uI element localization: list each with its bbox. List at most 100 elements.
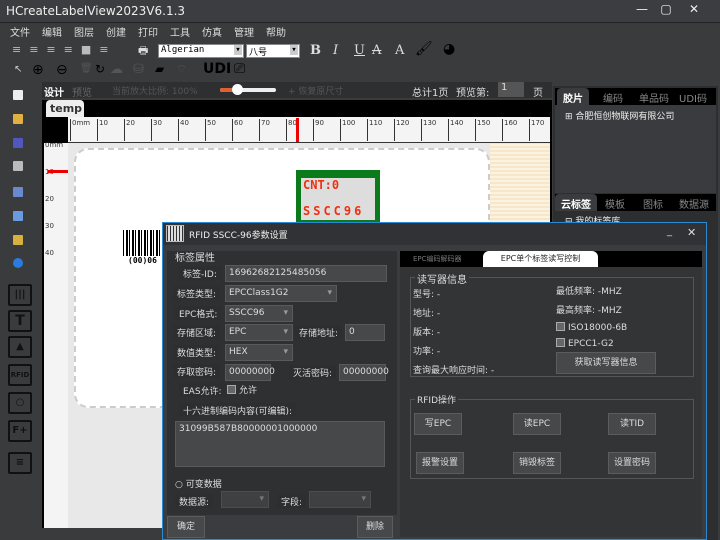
barcode-tool-icon[interactable]: ||| — [8, 284, 32, 306]
tab-design[interactable]: 设计 — [44, 84, 64, 99]
database-icon[interactable]: ⛁ — [133, 62, 144, 77]
cut-icon[interactable] — [13, 187, 23, 197]
alarm-settings-button[interactable]: 报警设置 — [416, 452, 464, 474]
cloud-upload-icon[interactable]: ☁ — [110, 62, 123, 77]
field-select[interactable] — [309, 491, 371, 508]
tab-datasource[interactable]: 数据源 — [673, 194, 715, 211]
paste-icon[interactable] — [13, 235, 23, 245]
new-file-icon[interactable] — [13, 90, 23, 100]
set-password-button[interactable]: 设置密码 — [608, 452, 656, 474]
destroy-tag-button[interactable]: 销毁标签 — [513, 452, 561, 474]
barcode-element[interactable] — [123, 230, 163, 256]
tab-film[interactable]: 胶片 — [557, 88, 589, 105]
brush-icon[interactable]: 🖌 — [415, 41, 433, 57]
menu-print[interactable]: 打印 — [138, 24, 160, 39]
text-tool-icon[interactable]: T — [8, 310, 32, 332]
zoom-slider-handle[interactable] — [231, 84, 243, 95]
tab-icons[interactable]: 图标 — [637, 194, 669, 211]
epcc1g2-checkbox[interactable]: EPCC1-G2 — [556, 338, 614, 349]
menu-tools[interactable]: 工具 — [170, 24, 192, 39]
font-button[interactable]: A — [395, 43, 404, 58]
zoom-out-icon[interactable]: ⊖ — [56, 62, 68, 78]
tab-epc-codec[interactable]: EPC编码解码器 — [413, 254, 462, 264]
kill-password-input[interactable]: 00000000 — [339, 364, 389, 381]
menu-file[interactable]: 文件 — [10, 24, 32, 39]
tab-epc-single-rw[interactable]: EPC单个标签读写控制 — [483, 251, 598, 267]
epc-format-select[interactable]: SSCC96 — [225, 305, 293, 322]
ok-button[interactable]: 确定 — [167, 516, 205, 538]
tag-id-input[interactable]: 16962682125485056 — [225, 265, 387, 282]
menu-simulate[interactable]: 仿真 — [202, 24, 224, 39]
formula-tool-icon[interactable]: F+ — [8, 420, 32, 442]
tab-cloud-label[interactable]: 云标签 — [555, 194, 597, 211]
menu-help[interactable]: 帮助 — [266, 24, 288, 39]
iso18000-checkbox[interactable]: ISO18000-6B — [556, 322, 627, 333]
dialog-minimize-button[interactable]: _ — [667, 226, 672, 237]
help-icon[interactable] — [13, 258, 23, 268]
read-epc-button[interactable]: 读EPC — [513, 413, 561, 435]
underline-button[interactable]: U — [354, 43, 365, 58]
zoom-slider[interactable] — [220, 84, 276, 95]
delete-icon[interactable]: 🗑 — [80, 63, 93, 74]
min-frequency: 最低频率: -MHZ — [556, 287, 622, 297]
menu-edit[interactable]: 编辑 — [42, 24, 64, 39]
font-size-select[interactable]: 八号 — [246, 44, 300, 58]
document-tool-icon[interactable]: ≡ — [8, 452, 32, 474]
shape-tool-icon[interactable]: ○ — [8, 392, 32, 414]
rotate-icon[interactable]: ↻ — [95, 62, 105, 76]
image-tool-icon[interactable]: ▲ — [8, 336, 32, 358]
ruler-tick-label: 130 — [421, 119, 436, 141]
eas-checkbox[interactable]: 允许 — [227, 383, 257, 396]
dialog-close-button[interactable]: ✕ — [687, 226, 696, 239]
tab-udi-code[interactable]: UDI码 — [673, 88, 713, 105]
ruler-marker-x — [296, 118, 299, 142]
close-button[interactable]: ✕ — [684, 2, 704, 20]
storage-area-select[interactable]: EPC — [225, 324, 293, 341]
align-icons[interactable]: ≡≡≡≡■≡ — [12, 43, 116, 56]
wifi-device-icon[interactable]: ⌔ — [176, 62, 187, 77]
storage-address-input[interactable]: 0 — [345, 324, 385, 341]
bold-button[interactable]: B — [310, 43, 321, 58]
hex-content-textarea[interactable]: 31099B587B80000001000000 — [175, 421, 385, 467]
rfid-cnt-text: CNT:0 — [303, 178, 340, 192]
printer-cloud-icon[interactable]: ▰ — [155, 62, 164, 76]
access-password-input[interactable]: 00000000 — [225, 364, 275, 381]
print-icon[interactable] — [13, 161, 23, 171]
get-reader-info-button[interactable]: 获取读写器信息 — [556, 352, 656, 374]
menu-layer[interactable]: 图层 — [74, 24, 96, 39]
font-select[interactable]: Algerian — [158, 44, 244, 58]
tree-item-company[interactable]: ⊞ 合肥恒创物联网有限公司 — [565, 109, 674, 122]
datasource-select[interactable] — [221, 491, 269, 508]
delete-button[interactable]: 删除 — [357, 516, 393, 538]
copy-icon[interactable] — [13, 211, 23, 221]
rfid-element[interactable]: CNT:0 SSCC96 — [296, 170, 380, 225]
rfid-tool-icon[interactable]: RFID — [8, 364, 32, 386]
reader-max-response-time: 查询最大响应时间: - — [413, 366, 495, 376]
palette-icon[interactable]: ◕ — [443, 41, 455, 57]
restore-size-button[interactable]: + 恢复原尺寸 — [288, 84, 343, 97]
menu-manage[interactable]: 管理 — [234, 24, 256, 39]
read-tid-button[interactable]: 读TID — [608, 413, 656, 435]
variable-data-radio[interactable]: ○ 可变数据 — [175, 477, 222, 490]
page-input[interactable]: 1 — [498, 82, 524, 97]
value-type-select[interactable]: HEX — [225, 344, 293, 361]
write-epc-button[interactable]: 写EPC — [414, 413, 462, 435]
tab-preview[interactable]: 预览 — [72, 84, 92, 99]
italic-button[interactable]: I — [333, 43, 338, 58]
menu-create[interactable]: 创建 — [106, 24, 128, 39]
tab-item-code[interactable]: 单品码 — [633, 88, 675, 105]
tag-type-select[interactable]: EPCClass1G2 — [225, 285, 337, 302]
restore-button[interactable]: ▢ — [656, 2, 676, 20]
open-folder-icon[interactable] — [13, 114, 23, 124]
camera-icon[interactable]: ⎚ — [234, 61, 245, 77]
minimize-button[interactable]: — — [632, 2, 652, 20]
tab-template[interactable]: 模板 — [599, 194, 631, 211]
save-icon[interactable] — [13, 138, 23, 148]
tab-encoding[interactable]: 编码 — [597, 88, 629, 105]
udi-button[interactable]: UDI — [203, 61, 231, 77]
ruler-tick-label: 20 — [124, 119, 135, 141]
ruler-tick-label: 170 — [529, 119, 544, 141]
document-tab-temp[interactable]: temp — [46, 100, 84, 117]
printer-icon[interactable]: 🖶 — [138, 42, 148, 61]
strikethrough-button[interactable]: A — [372, 43, 381, 58]
